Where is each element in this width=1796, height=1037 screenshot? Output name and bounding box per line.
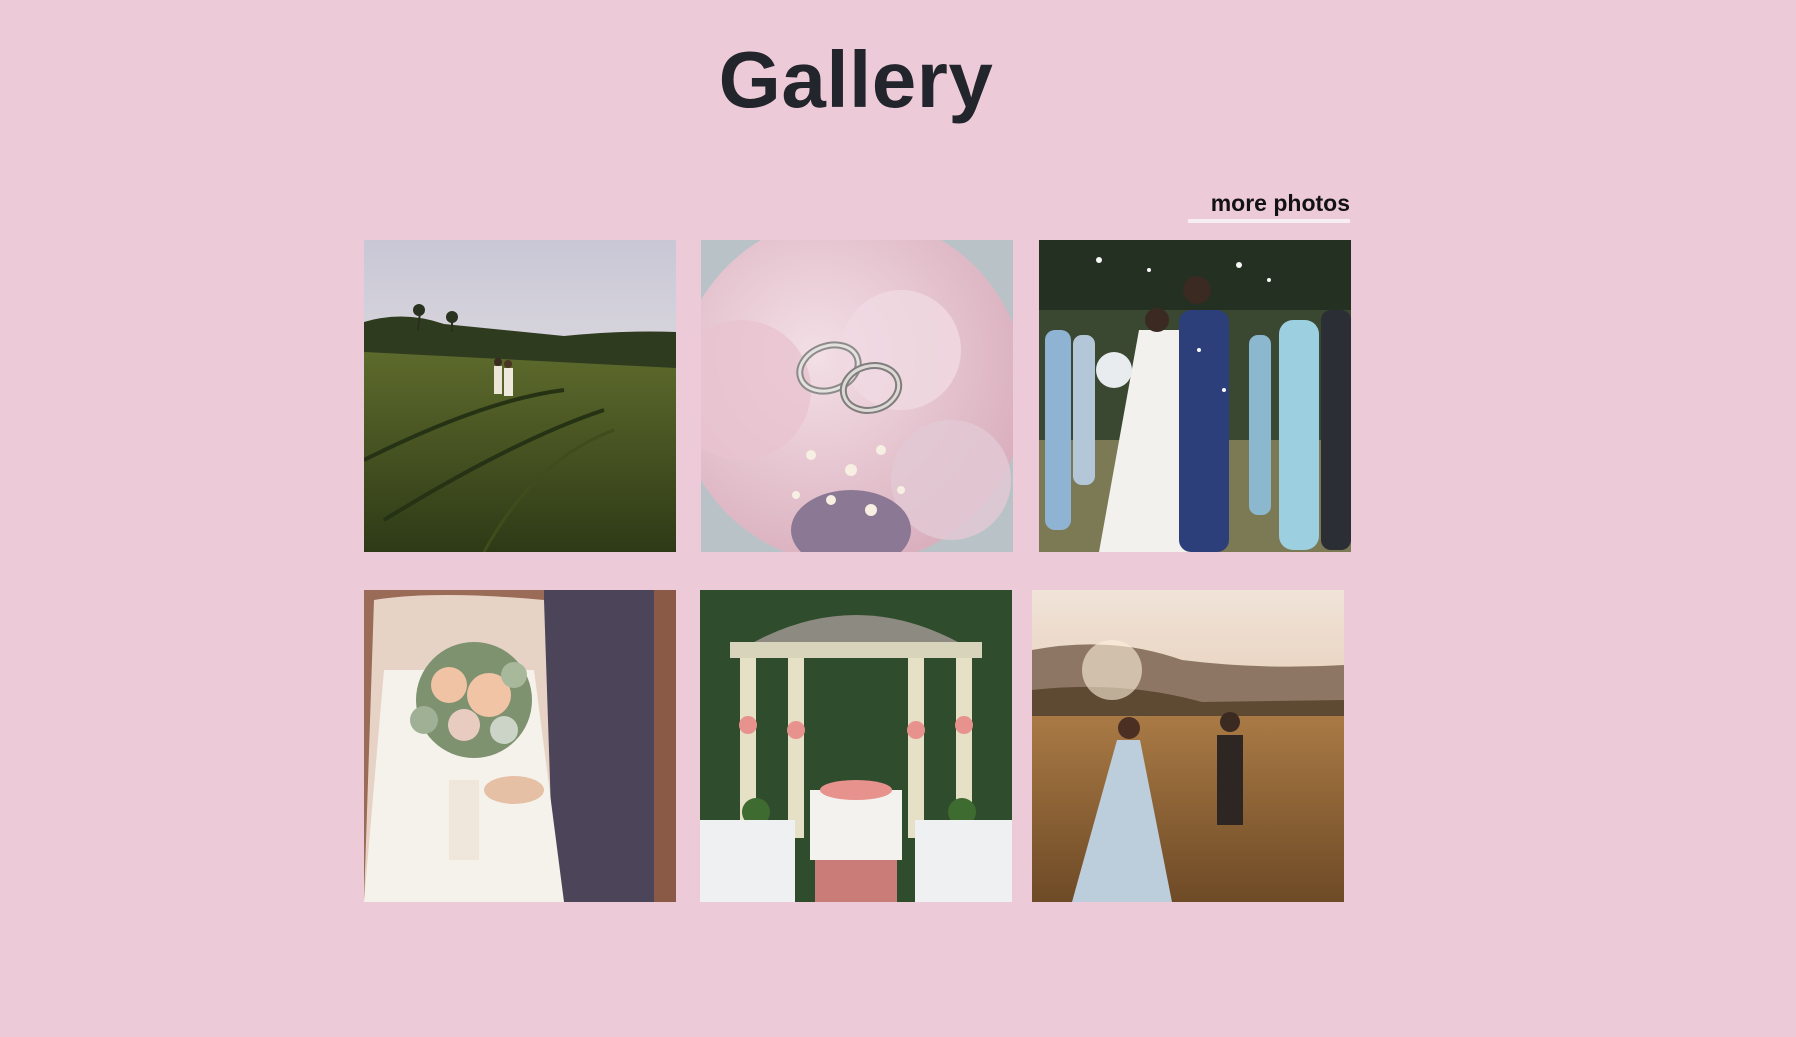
gallery-photo-gazebo-ceremony[interactable] (700, 590, 1012, 902)
gallery-photo-bride-holding-bouquet[interactable] (364, 590, 676, 902)
gazebo-ceremony-image (700, 590, 1012, 902)
kiss-with-bridesmaids-image (1039, 240, 1351, 552)
bride-holding-bouquet-image (364, 590, 676, 902)
gallery-photo-kiss-with-bridesmaids[interactable] (1039, 240, 1351, 552)
sunset-meadow-walk-image (1032, 590, 1344, 902)
gallery-photo-sunset-meadow-walk[interactable] (1032, 590, 1344, 902)
rice-field-couple-image (364, 240, 676, 552)
gallery-photo-rice-field-couple[interactable] (364, 240, 676, 552)
gallery-photo-rings-on-bouquet[interactable] (701, 240, 1013, 552)
more-photos-link[interactable]: more photos (1188, 190, 1350, 223)
rings-on-bouquet-image (701, 240, 1013, 552)
page-title: Gallery (718, 35, 994, 124)
